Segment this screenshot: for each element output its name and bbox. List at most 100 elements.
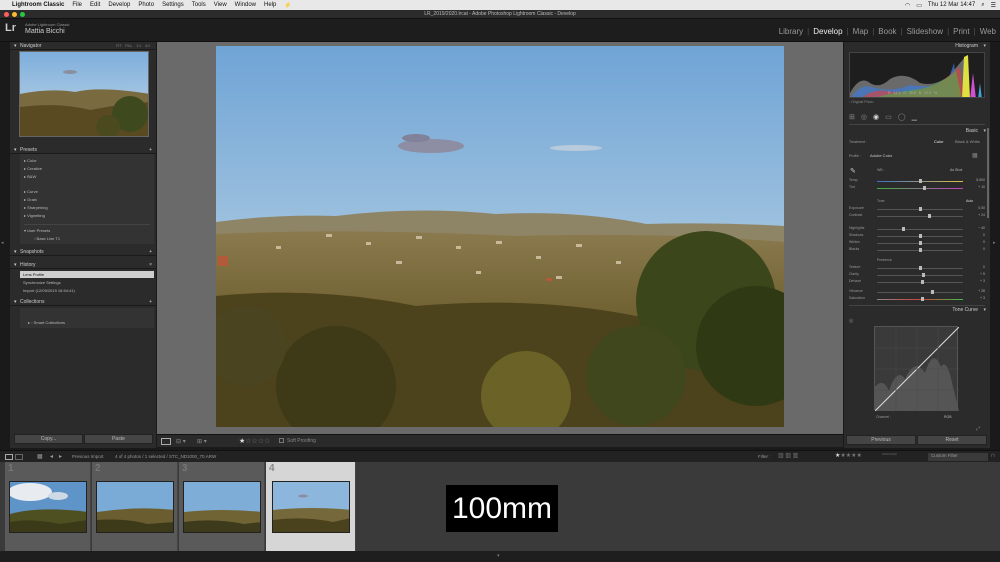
reset-button[interactable]: Reset xyxy=(917,435,987,445)
slider-row[interactable]: Temp 5,500 xyxy=(849,178,985,184)
slider-row[interactable]: Contrast + 24 xyxy=(849,213,985,219)
slider-thumb[interactable] xyxy=(919,248,922,252)
search-icon[interactable]: ⌕ xyxy=(981,2,984,9)
module-develop[interactable]: Develop xyxy=(813,27,842,36)
close-window-button[interactable] xyxy=(4,12,9,17)
basic-title[interactable]: Basic xyxy=(966,128,978,134)
white-balance-picker-icon[interactable]: ✎ xyxy=(850,167,856,175)
spot-removal-icon[interactable]: ◎ xyxy=(861,113,867,121)
red-eye-icon[interactable]: ◉ xyxy=(873,113,879,121)
slider-value[interactable]: − 40 xyxy=(978,226,985,230)
slider-value[interactable]: 5,500 xyxy=(976,178,985,182)
slider-thumb[interactable] xyxy=(919,266,922,270)
slider-track[interactable] xyxy=(877,275,963,276)
history-item[interactable]: Synchronize Settings xyxy=(23,280,61,285)
presets-header[interactable]: Presets + xyxy=(10,146,156,154)
left-panel-toggle-icon[interactable]: ◂ xyxy=(1,240,4,246)
slider-row[interactable]: Dehaze + 3 xyxy=(849,279,985,285)
filmstrip-info[interactable]: 4 of 4 photos / 1 selected / STC_ND1000_… xyxy=(115,454,216,459)
grid-view-icon[interactable]: ▦ xyxy=(37,453,43,460)
slider-thumb[interactable] xyxy=(920,297,924,301)
slider-value[interactable]: + 3 xyxy=(980,279,985,283)
history-item-selected[interactable]: Lens Profile xyxy=(20,271,154,278)
menu-develop[interactable]: Develop xyxy=(108,2,130,8)
slider-thumb[interactable] xyxy=(919,241,922,245)
slider-row[interactable]: Highlights − 40 xyxy=(849,226,985,232)
copy-button[interactable]: Copy... xyxy=(14,434,83,444)
filmstrip-thumb-2[interactable]: 2 xyxy=(92,462,178,551)
menu-settings[interactable]: Settings xyxy=(162,2,184,8)
slider-thumb[interactable] xyxy=(919,207,922,211)
treatment-color-button[interactable]: Color xyxy=(934,139,944,144)
filmstrip-thumb-4-selected[interactable]: 4 xyxy=(266,462,356,551)
slider-thumb[interactable] xyxy=(931,290,935,294)
custom-filter-dropdown[interactable]: Custom Filter xyxy=(928,453,988,461)
slider-thumb[interactable] xyxy=(919,234,922,238)
menu-view[interactable]: View xyxy=(214,2,227,8)
zoom-window-button[interactable] xyxy=(20,12,25,17)
history-header[interactable]: History × xyxy=(10,261,156,269)
slider-row[interactable]: Vibrance + 28 xyxy=(849,289,985,295)
preset-base-line[interactable]: ▫ Base Line T1 xyxy=(34,236,60,241)
graduated-filter-icon[interactable]: ▭ xyxy=(885,113,892,121)
slider-value[interactable]: 0 xyxy=(983,240,985,244)
add-collection-icon[interactable]: + xyxy=(149,298,152,306)
slider-value[interactable]: + 10 xyxy=(978,185,985,189)
right-panel-scrollbar[interactable] xyxy=(987,128,989,218)
preset-group-color[interactable]: ▸ Color xyxy=(24,158,37,163)
slider-value[interactable]: + 3 xyxy=(980,296,985,300)
minimize-window-button[interactable] xyxy=(12,12,17,17)
module-map[interactable]: Map xyxy=(853,27,869,36)
module-library[interactable]: Library xyxy=(779,27,803,36)
add-snapshot-icon[interactable]: + xyxy=(149,248,152,256)
add-preset-icon[interactable]: + xyxy=(149,146,152,154)
menu-edit[interactable]: Edit xyxy=(90,2,100,8)
before-after-icon[interactable]: ⊞ ▾ xyxy=(197,438,207,445)
slider-row[interactable]: Clarity + 5 xyxy=(849,272,985,278)
menu-help[interactable]: Help xyxy=(264,2,276,8)
filmstrip-thumb-1[interactable]: 1 xyxy=(5,462,91,551)
history-item[interactable]: Import (12/09/2019 16:54:41) xyxy=(23,288,75,293)
rating-filter-stars[interactable]: ★★★★★ xyxy=(835,452,862,459)
profile-browser-icon[interactable]: ▦ xyxy=(972,152,978,159)
soft-proofing-checkbox[interactable] xyxy=(279,438,284,443)
wifi-icon[interactable]: ◠ xyxy=(905,2,910,9)
slider-value[interactable]: 0 xyxy=(983,247,985,251)
preset-group-vignetting[interactable]: ▸ Vignetting xyxy=(24,213,45,218)
main-photo[interactable] xyxy=(216,46,784,427)
clear-history-icon[interactable]: × xyxy=(149,261,152,269)
module-slideshow[interactable]: Slideshow xyxy=(907,27,943,36)
slider-row[interactable]: Whites 0 xyxy=(849,240,985,246)
module-book[interactable]: Book xyxy=(878,27,896,36)
slider-row[interactable]: Saturation + 3 xyxy=(849,296,985,302)
menubar-clock[interactable]: Thu 12 Mar 14:47 xyxy=(928,2,975,9)
basic-collapse-icon[interactable]: ▾ xyxy=(983,128,986,134)
slider-thumb[interactable] xyxy=(923,186,927,190)
display-two-icon[interactable] xyxy=(15,454,23,460)
source-label[interactable]: Previous Import xyxy=(72,454,104,459)
menu-file[interactable]: File xyxy=(72,2,82,8)
slider-row[interactable]: Blacks 0 xyxy=(849,247,985,253)
loupe-view-icon[interactable] xyxy=(161,438,171,445)
tone-curve-edit-icon[interactable]: ⤢ xyxy=(976,426,980,432)
display-one-icon[interactable] xyxy=(5,454,13,460)
slider-track[interactable] xyxy=(877,188,963,189)
preset-group-creative[interactable]: ▸ Creative xyxy=(24,166,42,171)
compare-view-icon[interactable]: ⊟ ▾ xyxy=(176,438,186,445)
slider-thumb[interactable] xyxy=(927,214,931,218)
zoom-4-1[interactable]: 4:1 xyxy=(145,44,150,48)
menu-photo[interactable]: Photo xyxy=(138,2,154,8)
menu-tools[interactable]: Tools xyxy=(192,2,206,8)
slider-row[interactable]: Exposure 0.00 xyxy=(849,206,985,212)
module-web[interactable]: Web xyxy=(980,27,996,36)
bottom-panel-toggle-icon[interactable]: ▾ xyxy=(497,553,500,559)
tone-curve-graph[interactable] xyxy=(874,326,960,412)
flag-filter-icons[interactable]: ▥ ▥ ▥ xyxy=(778,452,798,459)
slider-value[interactable]: + 5 xyxy=(980,272,985,276)
slider-value[interactable]: 0.00 xyxy=(978,206,985,210)
slider-thumb[interactable] xyxy=(921,273,925,277)
slider-thumb[interactable] xyxy=(919,179,922,183)
battery-icon[interactable]: ▭ xyxy=(916,2,922,9)
tone-curve-title[interactable]: Tone Curve xyxy=(952,307,978,313)
paste-button[interactable]: Paste xyxy=(84,434,153,444)
